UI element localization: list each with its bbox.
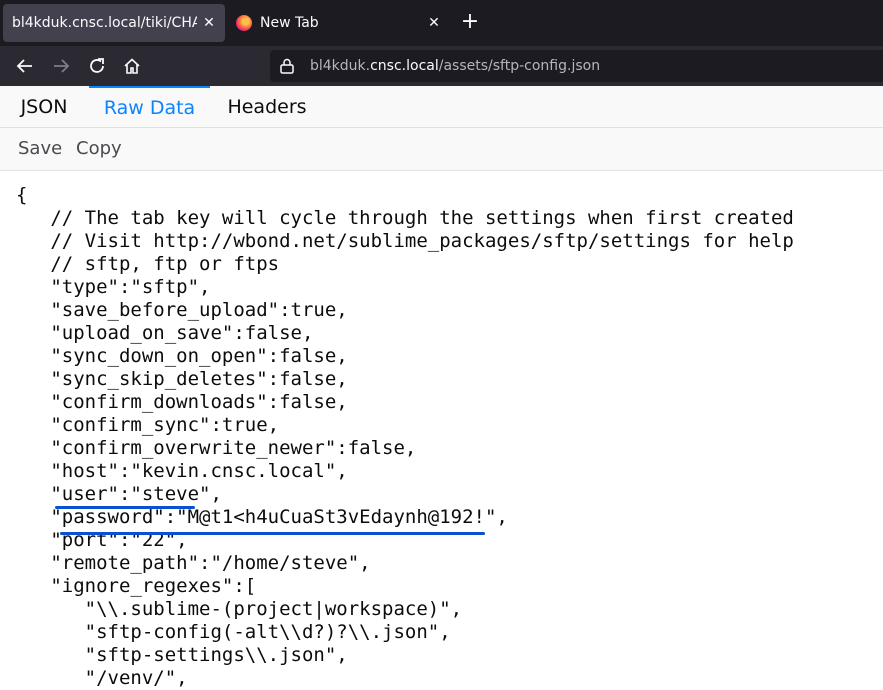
url-text: bl4kduk.cnsc.local/assets/sftp-config.js…	[310, 58, 600, 74]
raw-line: {	[16, 184, 28, 206]
tab-title: New Tab	[260, 15, 319, 31]
user-underline	[55, 506, 195, 509]
tab-json[interactable]: JSON	[8, 86, 80, 127]
raw-line: "user":"steve",	[16, 483, 222, 505]
tab-strip: bl4kduk.cnsc.local/tiki/CHANGELOG.md ✕ N…	[0, 0, 883, 46]
nav-bar: bl4kduk.cnsc.local/assets/sftp-config.js…	[0, 46, 883, 86]
raw-line: // The tab key will cycle through the se…	[16, 207, 794, 229]
raw-toolbar: Save Copy	[0, 128, 883, 171]
address-bar[interactable]: bl4kduk.cnsc.local/assets/sftp-config.js…	[270, 50, 883, 82]
close-tab-icon[interactable]: ✕	[197, 15, 221, 31]
copy-button[interactable]: Copy	[76, 138, 122, 159]
raw-line: "host":"kevin.cnsc.local",	[16, 460, 348, 482]
url-path: /assets/sftp-config.json	[438, 58, 601, 74]
save-button[interactable]: Save	[18, 138, 62, 159]
back-arrow-icon[interactable]	[13, 54, 37, 78]
json-viewer-tabs: JSON Raw Data Headers	[0, 86, 883, 128]
new-tab-plus-icon[interactable]: +	[458, 11, 482, 35]
raw-line: "password":"M@t1<h4uCuaSt3vEdaynh@192!",	[16, 506, 508, 528]
raw-line: "remote_path":"/home/steve",	[16, 552, 371, 574]
raw-line: // Visit http://wbond.net/sublime_packag…	[16, 230, 794, 252]
raw-line: "confirm_overwrite_newer":false,	[16, 437, 417, 459]
close-tab-icon[interactable]: ✕	[422, 15, 446, 31]
raw-line: "sync_skip_deletes":false,	[16, 368, 348, 390]
raw-line: "save_before_upload":true,	[16, 299, 348, 321]
url-host: cnsc.local	[370, 58, 439, 74]
tab-raw-data[interactable]: Raw Data	[89, 86, 210, 127]
raw-line: "upload_on_save":false,	[16, 322, 314, 344]
raw-line: "sftp-config(-alt\\d?)?\\.json",	[16, 621, 451, 643]
raw-line: "confirm_sync":true,	[16, 414, 280, 436]
raw-data-content: { // The tab key will cycle through the …	[16, 184, 794, 690]
url-subdomain: bl4kduk.	[310, 58, 371, 74]
tab-headers[interactable]: Headers	[218, 86, 316, 127]
raw-line: "sync_down_on_open":false,	[16, 345, 348, 367]
reload-icon[interactable]	[85, 54, 109, 78]
raw-line: "confirm_downloads":false,	[16, 391, 348, 413]
raw-line: "ignore_regexes":[	[16, 575, 257, 597]
raw-line: "type":"sftp",	[16, 276, 211, 298]
forward-arrow-icon[interactable]	[49, 54, 73, 78]
tab-title: bl4kduk.cnsc.local/tiki/CHANGELOG.md	[12, 15, 197, 31]
password-underline	[60, 532, 485, 535]
firefox-icon	[236, 15, 252, 31]
raw-line: "sftp-settings\\.json",	[16, 644, 348, 666]
raw-line: // sftp, ftp or ftps	[16, 253, 280, 275]
page-info-icon[interactable]	[278, 57, 296, 75]
home-icon[interactable]	[120, 54, 144, 78]
raw-line: "\\.sublime-(project|workspace)",	[16, 598, 463, 620]
browser-tab-active[interactable]: bl4kduk.cnsc.local/tiki/CHANGELOG.md ✕	[3, 4, 225, 42]
browser-tab-new-tab[interactable]: New Tab ✕	[228, 4, 450, 42]
